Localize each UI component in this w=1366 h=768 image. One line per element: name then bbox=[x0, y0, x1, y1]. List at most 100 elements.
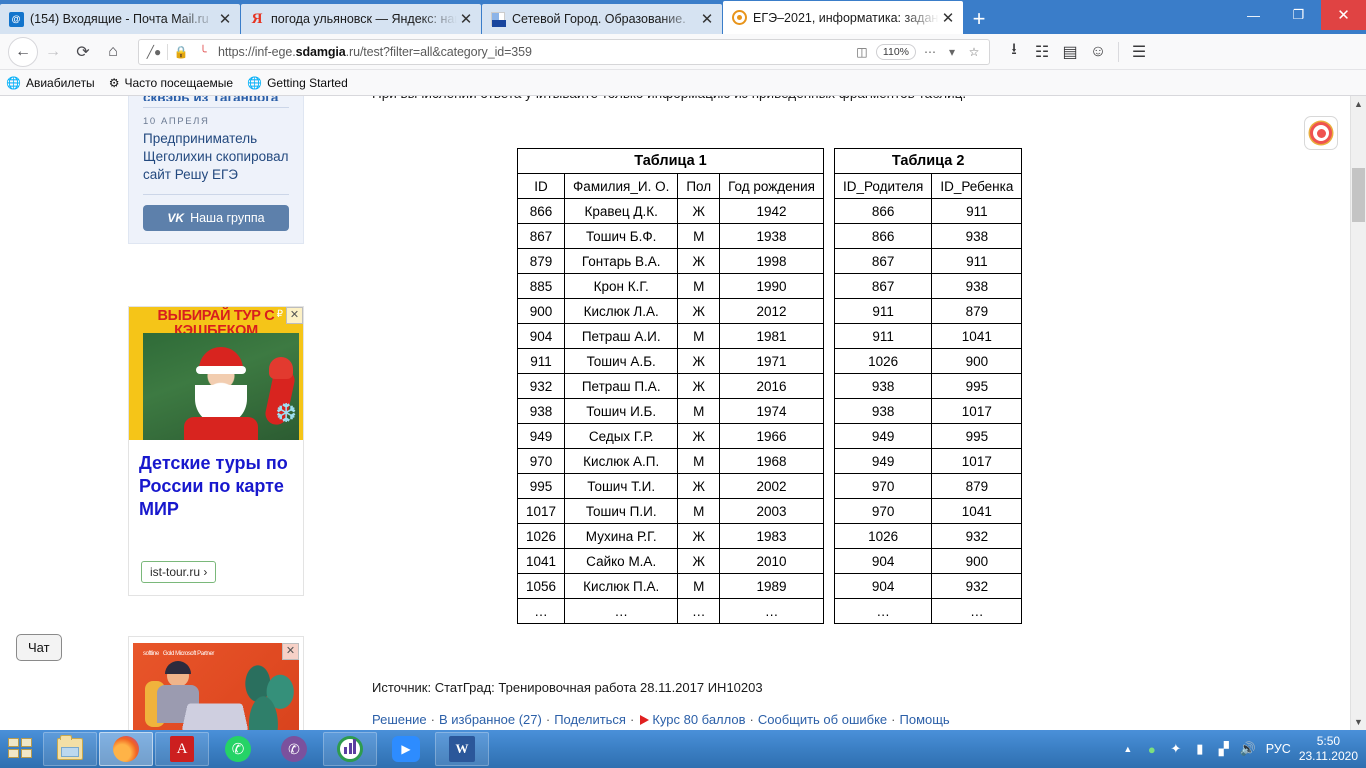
taskbar-item-file-explorer[interactable] bbox=[43, 732, 97, 766]
santa-mitten bbox=[269, 357, 293, 379]
close-ad-icon[interactable]: ✕ bbox=[282, 643, 299, 660]
browser-tab-1[interactable]: Я погода ульяновск — Яндекс: нашлось ✕ bbox=[241, 4, 481, 34]
share-link[interactable]: Поделиться bbox=[554, 712, 626, 727]
vk-group-button[interactable]: VK Наша группа bbox=[143, 205, 289, 231]
cell-name: Кравец Д.К. bbox=[564, 198, 679, 224]
library-icon[interactable]: ☷ bbox=[1028, 38, 1056, 66]
taskbar-item-statistics[interactable] bbox=[323, 732, 377, 766]
table-row: 949 Седых Г.Р. Ж 1966 bbox=[516, 423, 824, 449]
cell-child-id: 879 bbox=[931, 473, 1023, 499]
scroll-down-arrow[interactable]: ▼ bbox=[1351, 714, 1366, 730]
course-link[interactable]: Курс 80 баллов bbox=[652, 712, 745, 727]
news-widget: сквэрь из Таганрога 10 АПРЕЛЯ Предприним… bbox=[128, 96, 304, 244]
browser-tab-3-active[interactable]: ЕГЭ–2021, информатика: задания ✕ bbox=[723, 1, 963, 34]
close-icon[interactable]: ✕ bbox=[939, 9, 957, 27]
chat-button[interactable]: Чат bbox=[16, 634, 62, 661]
taskbar-item-zoom[interactable]: ▶ bbox=[379, 732, 433, 766]
cell-name: Мухина Р.Г. bbox=[564, 523, 679, 549]
pocket-icon[interactable]: ▾ bbox=[941, 45, 963, 59]
bookmark-frequently-visited[interactable]: ⚙ Часто посещаемые bbox=[109, 76, 233, 90]
cell-year: 1974 bbox=[719, 398, 824, 424]
taskbar-item-adobe-reader[interactable]: A bbox=[155, 732, 209, 766]
table-row: 970 879 bbox=[833, 473, 1023, 499]
scrollbar-thumb[interactable] bbox=[1352, 168, 1365, 222]
news-headline[interactable]: Предприниматель Щеголихин скопировал сай… bbox=[143, 130, 289, 184]
reload-button[interactable]: ⟳ bbox=[68, 37, 98, 67]
close-ad-icon[interactable]: ✕ bbox=[286, 307, 303, 324]
reader-view-icon[interactable]: ◫ bbox=[851, 45, 873, 59]
volume-icon[interactable]: 🔊 bbox=[1236, 741, 1260, 757]
hamburger-menu-icon[interactable]: ☰ bbox=[1125, 38, 1153, 66]
download-icon[interactable]: ⭳ bbox=[1000, 38, 1028, 66]
browser-navigation-bar: ← → ⟳ ⌂ ╱● 🔒 ╰ https://inf-ege.sdamgia.r… bbox=[0, 34, 1366, 70]
bluetooth-icon[interactable]: ✦ bbox=[1164, 741, 1188, 757]
taskbar-item-whatsapp[interactable]: ✆ bbox=[211, 732, 265, 766]
column-header: ID_Ребенка bbox=[931, 173, 1023, 199]
close-window-button[interactable]: ✕ bbox=[1321, 0, 1366, 30]
show-hidden-icons-arrow[interactable]: ▲ bbox=[1116, 744, 1140, 754]
source-attribution: Источник: СтатГрад: Тренировочная работа… bbox=[372, 680, 763, 695]
advertisement-tour[interactable]: ВЫБИРАЙ ТУР С КЭШБЕКОМ Акция до 5 декабр… bbox=[128, 306, 304, 596]
scroll-up-arrow[interactable]: ▲ bbox=[1351, 96, 1366, 112]
viber-icon: ✆ bbox=[281, 736, 307, 762]
solution-link[interactable]: Решение bbox=[372, 712, 427, 727]
cell-id: 911 bbox=[516, 348, 566, 374]
favorites-link[interactable]: В избранное (27) bbox=[439, 712, 542, 727]
cell-id: 995 bbox=[516, 473, 566, 499]
cell-sex: М bbox=[677, 223, 721, 249]
cell-name: Кислюк П.А. bbox=[564, 573, 679, 599]
cell-parent-id: 949 bbox=[833, 448, 933, 474]
minimize-button[interactable]: — bbox=[1231, 0, 1276, 30]
taskbar-item-firefox[interactable] bbox=[99, 732, 153, 766]
battery-icon[interactable]: ▮ bbox=[1188, 741, 1212, 757]
shield-off-icon[interactable]: ╱● bbox=[143, 45, 165, 59]
sidebar-icon[interactable]: ▤ bbox=[1056, 38, 1084, 66]
close-icon[interactable]: ✕ bbox=[698, 10, 716, 28]
clock[interactable]: 5:50 23.11.2020 bbox=[1299, 734, 1358, 764]
cell-child-id: 932 bbox=[931, 573, 1023, 599]
antivirus-icon[interactable]: ● bbox=[1140, 742, 1164, 757]
cell-id: 900 bbox=[516, 298, 566, 324]
address-bar[interactable]: ╱● 🔒 ╰ https://inf-ege.sdamgia.ru/test?f… bbox=[138, 38, 990, 65]
forward-button[interactable]: → bbox=[38, 37, 68, 67]
star-icon[interactable]: ☆ bbox=[963, 45, 985, 59]
cell-parent-id: 867 bbox=[833, 248, 933, 274]
news-clipped-headline[interactable]: сквэрь из Таганрога bbox=[143, 96, 289, 101]
firefox-icon bbox=[113, 736, 139, 762]
network-icon[interactable]: ▞ bbox=[1212, 741, 1236, 757]
broken-shield-icon[interactable]: ╰ bbox=[192, 45, 214, 59]
taskbar-item-viber[interactable]: ✆ bbox=[267, 732, 321, 766]
account-icon[interactable]: ☺ bbox=[1084, 38, 1112, 66]
close-icon[interactable]: ✕ bbox=[216, 10, 234, 28]
help-button[interactable] bbox=[1304, 116, 1338, 150]
santa-hat bbox=[196, 347, 246, 374]
bookmark-getting-started[interactable]: 🌐 Getting Started bbox=[247, 76, 348, 90]
taskbar-item-word[interactable]: W bbox=[435, 732, 489, 766]
zoom-level-badge[interactable]: 110% bbox=[875, 43, 916, 60]
new-tab-button[interactable]: + bbox=[964, 4, 994, 34]
vertical-scrollbar[interactable]: ▲ ▼ bbox=[1350, 96, 1366, 730]
pdf-icon: A bbox=[170, 736, 194, 762]
back-button[interactable]: ← bbox=[8, 36, 38, 67]
browser-tab-2[interactable]: Сетевой Город. Образование. ✕ bbox=[482, 4, 722, 34]
advertisement-softline[interactable]: softline Gold Microsoft Partner ✕ bbox=[128, 636, 304, 730]
cell-name: … bbox=[564, 598, 679, 624]
ad-cta-link[interactable]: ist-tour.ru › bbox=[141, 561, 217, 583]
help-link[interactable]: Помощь bbox=[900, 712, 950, 727]
start-button[interactable] bbox=[0, 730, 42, 768]
table-row: 904 932 bbox=[833, 573, 1023, 599]
cell-parent-id: … bbox=[833, 598, 933, 624]
report-error-link[interactable]: Сообщить об ошибке bbox=[758, 712, 887, 727]
table-row: 900 Кислюк Л.А. Ж 2012 bbox=[516, 298, 824, 324]
close-icon[interactable]: ✕ bbox=[457, 10, 475, 28]
bookmark-aviabilety[interactable]: 🌐 Авиабилеты bbox=[6, 76, 95, 90]
home-button[interactable]: ⌂ bbox=[98, 37, 128, 67]
cell-parent-id: 904 bbox=[833, 573, 933, 599]
cell-sex: Ж bbox=[677, 348, 721, 374]
maximize-restore-button[interactable]: ❐ bbox=[1276, 0, 1321, 30]
ellipsis-icon[interactable]: ⋯ bbox=[919, 45, 941, 59]
language-indicator[interactable]: РУС bbox=[1266, 742, 1291, 756]
bookmark-label: Часто посещаемые bbox=[124, 75, 234, 90]
padlock-icon[interactable]: 🔒 bbox=[170, 45, 192, 59]
browser-tab-0[interactable]: @ (154) Входящие - Почта Mail.ru ✕ bbox=[0, 4, 240, 34]
